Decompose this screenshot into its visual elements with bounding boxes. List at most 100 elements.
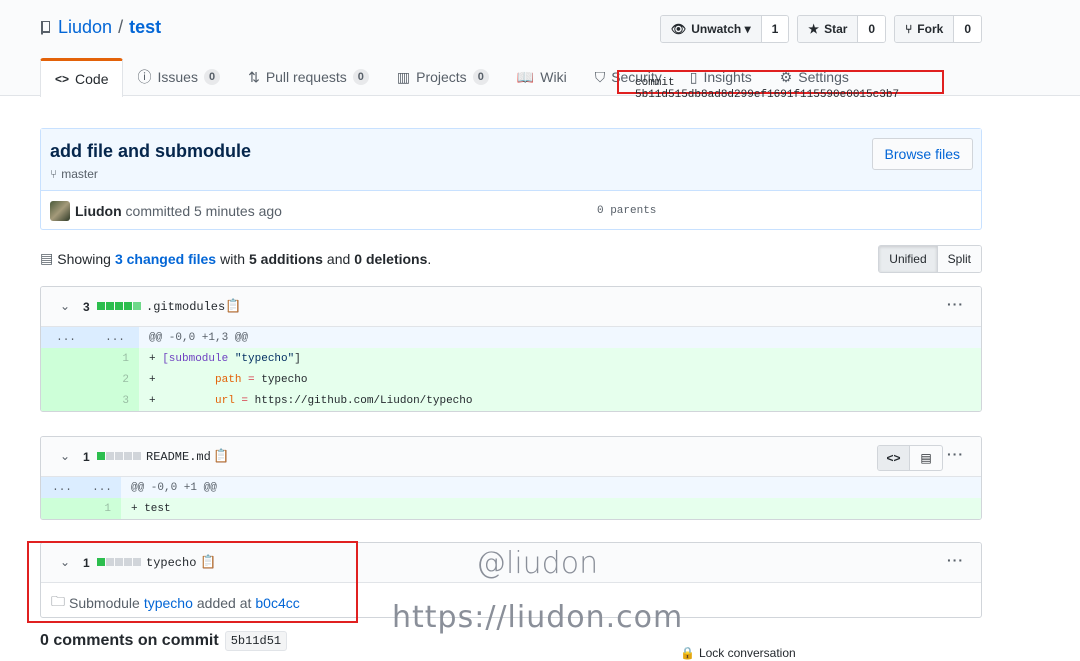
commit-author[interactable]: Liudon [75,203,122,219]
fork-icon: ⑂ [905,22,913,36]
pull-request-icon: ⇅ [248,68,260,85]
tab-counter: 0 [472,69,489,85]
toc-additions: 5 additions [249,250,323,267]
fork-count[interactable]: 0 [954,16,981,42]
line-num-new[interactable]: ... [91,327,139,348]
unified-button[interactable]: Unified [879,246,938,272]
display-toggle: <> ▤ [877,445,943,471]
file-name[interactable]: .gitmodules [146,300,225,314]
repo-actions: 👁 Unwatch ▾ 1 ★ Star 0 ⑂ Fork 0 [660,15,982,43]
comments-sha: 5b11d51 [224,631,288,651]
file-change-count: 1 [83,450,90,464]
diff-table: ... ... @@ -0,0 +1,3 @@ 1 + [submodule "… [41,327,981,411]
code-line: + path = typecho [139,369,981,390]
changed-files-link[interactable]: 3 changed files [115,251,216,267]
repo-title: Liudon / test [40,17,161,38]
kebab-icon[interactable]: ··· [947,446,964,462]
line-num[interactable]: 1 [83,498,121,519]
avatar[interactable] [50,201,70,221]
toc-showing: Showing [57,250,111,267]
lock-conversation-button[interactable]: 🔒 Lock conversation [680,646,796,660]
repo-icon [41,20,50,35]
star-label: Star [824,22,848,36]
watch-button[interactable]: 👁 Unwatch ▾ [661,16,762,42]
commit-title: add file and submodule [50,141,252,161]
kebab-icon[interactable]: ··· [947,552,964,568]
kebab-icon[interactable]: ··· [947,296,964,312]
file-header: ⌄ 3 .gitmodules 📋 ··· [41,287,981,327]
tab-projects[interactable]: ▥ Projects 0 [383,58,503,96]
browse-files-button[interactable]: Browse files [871,138,973,170]
diff-line: 1 + [submodule "typecho"] [41,348,981,369]
repo-owner-link[interactable]: Liudon [58,17,112,38]
star-icon: ★ [808,22,820,36]
tab-pull-requests[interactable]: ⇅ Pull requests 0 [234,58,383,96]
hunk-text: @@ -0,0 +1 @@ [121,477,981,498]
clippy-icon[interactable]: 📋 [225,298,241,314]
commit-branch: ⑂ master [50,167,98,181]
diffstat [97,452,141,460]
comments-label: 0 comments on commit [40,632,219,649]
tab-counter: 0 [203,69,221,85]
tab-issues[interactable]: ⓘ Issues 0 [123,58,234,96]
line-num[interactable]: 2 [91,369,139,390]
line-num-new[interactable]: ... [83,477,121,498]
repo-name-link[interactable]: test [129,17,161,38]
clippy-icon[interactable]: 📋 [213,448,229,464]
star-button[interactable]: ★ Star [798,16,859,42]
hunk-header: ... ... @@ -0,0 +1 @@ [41,477,981,498]
diff-table: ... ... @@ -0,0 +1 @@ 1 + test [41,477,981,519]
toc-and: and [326,250,351,267]
hunk-text: @@ -0,0 +1,3 @@ [139,327,981,348]
watch-label: Unwatch ▾ [691,22,751,36]
chevron-down-icon[interactable]: ⌄ [60,449,70,463]
diff-view-toggle: Unified Split [878,245,982,273]
file-name[interactable]: README.md [146,450,211,464]
eye-icon: 👁 [671,22,687,36]
line-num[interactable]: 1 [91,348,139,369]
file-readme: ⌄ 1 README.md 📋 <> ▤ ··· ... ... @@ -0,0… [40,436,982,520]
commit-sha-label: commit [635,77,675,89]
watermark-url: https://liudon.com [392,600,684,635]
branch-name[interactable]: master [61,167,98,181]
fork-label: Fork [917,22,944,36]
commit-sha-value: 5b11d515db8ad8d299ef1691f115590e0015c3b7 [635,89,900,101]
commit-header: add file and submodule ⑂ master Browse f… [41,129,981,191]
tab-counter: 0 [352,69,369,85]
tab-code[interactable]: <> Code [40,58,124,97]
line-num[interactable]: 3 [91,390,139,411]
lock-icon: 🔒 [680,646,695,660]
toc-with: with [220,250,245,267]
split-button[interactable]: Split [937,246,981,272]
chevron-down-icon[interactable]: ⌄ [60,299,70,313]
star-group: ★ Star 0 [797,15,887,43]
code-line: + [submodule "typecho"] [139,348,981,369]
commit-author-line: Liudon committed 5 minutes ago [75,203,282,219]
diffstat [97,302,141,310]
commit-parents: 0 parents [597,205,657,217]
tab-wiki[interactable]: 📖 Wiki [503,58,581,96]
source-diff-icon[interactable]: <> [878,446,910,470]
commit-sha: commit 5b11d515db8ad8d299ef1691f115590e0… [617,70,944,101]
commit-meta: Liudon committed 5 minutes ago 0 parents [41,191,981,230]
diff-line: 1 + test [41,498,981,519]
file-header: ⌄ 1 README.md 📋 <> ▤ ··· [41,437,981,477]
project-icon: ▥ [396,68,411,85]
commit-action: committed 5 minutes ago [125,203,282,219]
shield-icon: ⛉ [594,68,606,85]
rich-diff-icon[interactable]: ▤ [910,446,942,470]
line-num-old[interactable]: ... [41,327,91,348]
book-icon: 📖 [516,68,535,85]
lock-label: Lock conversation [698,646,796,660]
repo-separator: / [118,17,124,37]
watch-count[interactable]: 1 [761,16,789,42]
file-gitmodules: ⌄ 3 .gitmodules 📋 ··· ... ... @@ -0,0 +1… [40,286,982,412]
code-icon: <> [55,72,70,86]
fork-button[interactable]: ⑂ Fork [895,16,955,42]
star-count[interactable]: 0 [858,16,886,42]
commit-box: add file and submodule ⑂ master Browse f… [40,128,982,230]
diff-line: 3 + url = https://github.com/Liudon/type… [41,390,981,411]
branch-icon: ⑂ [50,167,58,181]
line-num-old[interactable]: ... [41,477,83,498]
file-diff-icon: ▤ [40,250,54,266]
